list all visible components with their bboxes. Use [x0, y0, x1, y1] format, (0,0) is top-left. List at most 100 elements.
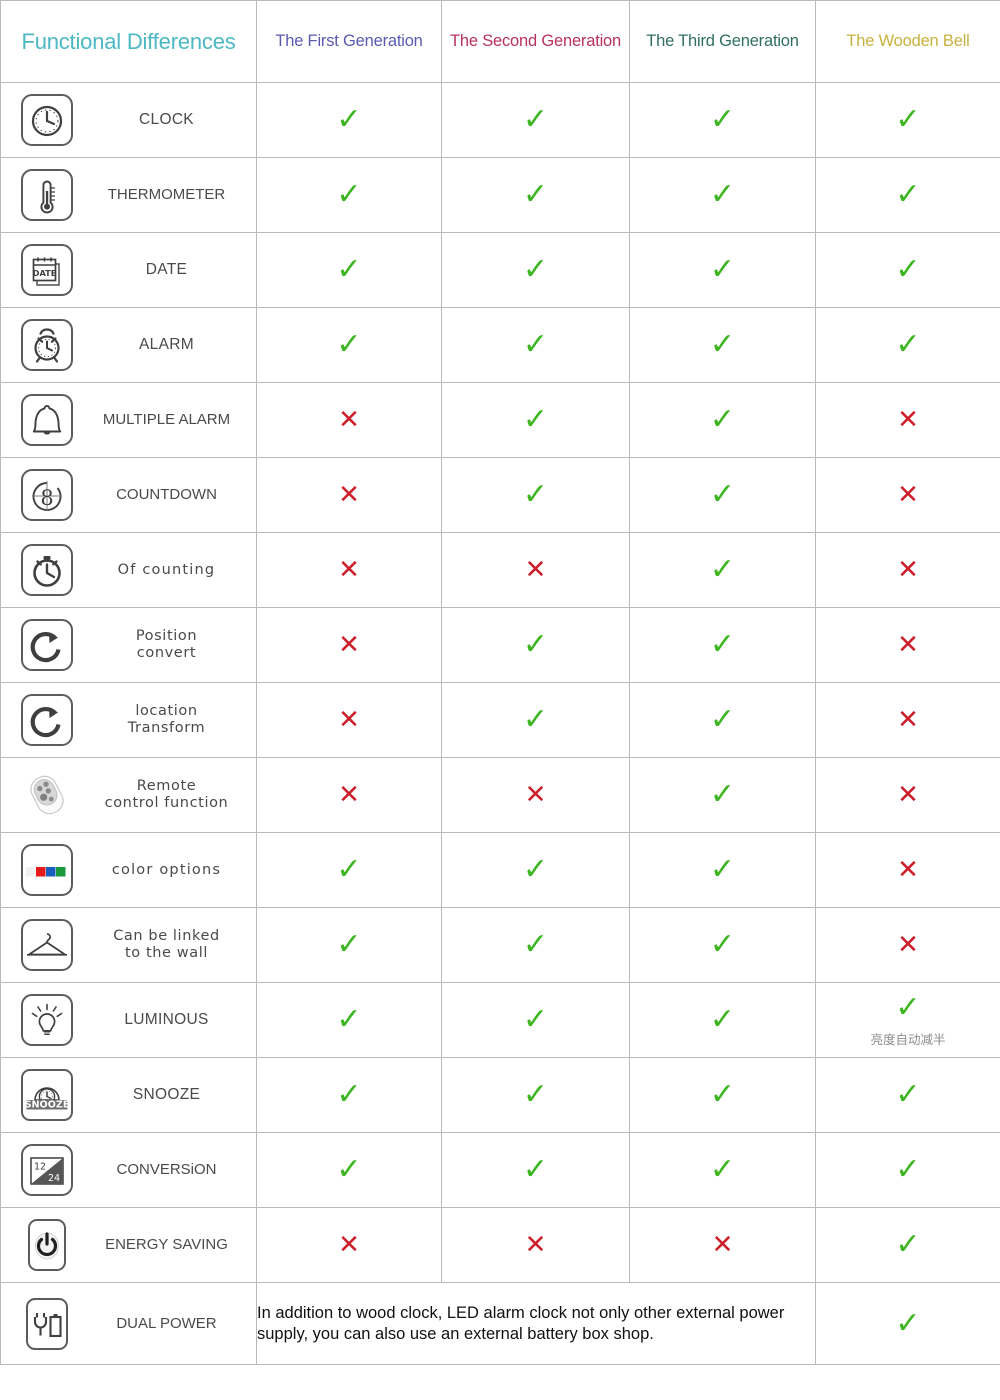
snooze-icon: SNOOZE: [19, 1067, 75, 1123]
cell-wooden-bell: ✓: [815, 1057, 1000, 1133]
check-icon: ✓: [522, 1002, 549, 1037]
cross-icon: ✕: [711, 1230, 734, 1260]
cell-first-generation: ✓: [256, 1057, 442, 1133]
check-icon: ✓: [895, 1152, 921, 1187]
feature-cell-luminous: LUMINOUS: [0, 982, 257, 1058]
table-row: 12 24 CONVERSiON ✓ ✓ ✓ ✓: [0, 1132, 1000, 1208]
feature-label: location Transform: [81, 703, 256, 736]
check-icon: ✓: [336, 327, 362, 362]
cross-icon: ✕: [897, 405, 919, 435]
cell-second-generation: ✓: [441, 157, 630, 233]
cross-icon: ✕: [524, 780, 547, 810]
cell-third-generation: ✓: [629, 382, 816, 458]
cell-second-generation: ✓: [441, 382, 630, 458]
cross-icon: ✕: [338, 555, 360, 585]
table-row: MULTIPLE ALARM ✕ ✓ ✓ ✕: [0, 382, 1000, 458]
feature-cell-countdown: 8 COUNTDOWN: [0, 457, 257, 533]
cross-icon: ✕: [338, 705, 360, 735]
check-icon: ✓: [522, 1152, 549, 1187]
cell-wooden-bell: ✓: [815, 82, 1000, 158]
cross-icon: ✕: [524, 1230, 547, 1260]
feature-cell-clock: CLOCK: [0, 82, 257, 158]
check-icon: ✓: [709, 927, 736, 962]
cell-second-generation: ✓: [441, 982, 630, 1058]
feature-cell-of-counting: Of counting: [0, 532, 257, 608]
cell-wooden-bell: ✓: [815, 307, 1000, 383]
cell-third-generation: ✓: [629, 907, 816, 983]
cell-second-generation: ✓: [441, 232, 630, 308]
cell-wooden-bell: ✕: [815, 532, 1000, 608]
plug-battery-icon: [19, 1296, 75, 1352]
cell-wooden-bell: ✓: [815, 1132, 1000, 1208]
svg-text:8: 8: [40, 486, 53, 510]
cross-icon: ✕: [897, 630, 919, 660]
cell-wooden-bell: ✓: [815, 1282, 1000, 1365]
cell-first-generation: ✓: [256, 832, 442, 908]
cross-icon: ✕: [338, 405, 360, 435]
feature-cell-date: DATE DATE: [0, 232, 257, 308]
check-icon: ✓: [336, 1077, 362, 1112]
cell-first-generation: ✕: [256, 682, 442, 758]
hour-format-icon: 12 24: [19, 1142, 75, 1198]
svg-text:DATE: DATE: [33, 268, 57, 278]
cell-wooden-bell: ✕: [815, 682, 1000, 758]
feature-cell-multiple-alarm: MULTIPLE ALARM: [0, 382, 257, 458]
alarm-clock-icon: [19, 317, 75, 373]
column-header-wooden-bell: The Wooden Bell: [815, 0, 1000, 83]
check-icon: ✓: [336, 927, 362, 962]
feature-cell-energy-saving: ENERGY SAVING: [0, 1207, 257, 1283]
countdown-icon: 8: [19, 467, 75, 523]
feature-cell-dual-power: DUAL POWER: [0, 1282, 257, 1365]
table-body: CLOCK ✓ ✓ ✓ ✓ THERMOMETER ✓ ✓ ✓ ✓ DATE D…: [0, 82, 1000, 1365]
cell-second-generation: ✓: [441, 1057, 630, 1133]
cell-third-generation: ✓: [629, 232, 816, 308]
cell-first-generation: ✕: [256, 757, 442, 833]
check-icon: ✓: [709, 1002, 736, 1037]
cross-icon: ✕: [897, 705, 919, 735]
table-row: LUMINOUS ✓ ✓ ✓ ✓ 亮度自动减半: [0, 982, 1000, 1058]
table-row: SNOOZE SNOOZE ✓ ✓ ✓ ✓: [0, 1057, 1000, 1133]
cell-wooden-bell: ✕: [815, 457, 1000, 533]
feature-cell-alarm: ALARM: [0, 307, 257, 383]
column-header-third-generation: The Third Generation: [629, 0, 816, 83]
light-bulb-icon: [19, 992, 75, 1048]
table-row: CLOCK ✓ ✓ ✓ ✓: [0, 82, 1000, 158]
cross-icon: ✕: [338, 1230, 360, 1260]
feature-cell-hour-conversion: 12 24 CONVERSiON: [0, 1132, 257, 1208]
check-icon: ✓: [709, 477, 736, 512]
cell-second-generation: ✓: [441, 82, 630, 158]
cell-third-generation: ✓: [629, 832, 816, 908]
feature-label: COUNTDOWN: [116, 486, 217, 504]
check-icon: ✓: [709, 102, 736, 137]
cell-second-generation: ✓: [441, 1132, 630, 1208]
feature-label: THERMOMETER: [107, 186, 226, 204]
feature-label-line-1: Position: [135, 628, 198, 645]
rotate-icon: [19, 692, 75, 748]
table-row: location Transform ✕ ✓ ✓ ✕: [0, 682, 1000, 758]
feature-label: Remote control function: [81, 778, 256, 811]
cross-icon: ✕: [897, 480, 919, 510]
feature-label-line-1: Remote: [136, 778, 197, 795]
feature-label-line-2: to the wall: [125, 945, 208, 961]
table-row: DATE DATE ✓ ✓ ✓ ✓: [0, 232, 1000, 308]
feature-cell-position-convert: Position convert: [0, 607, 257, 683]
table-title-cell: Functional Differences: [0, 0, 257, 83]
check-icon: ✓: [336, 102, 362, 137]
cell-third-generation: ✓: [629, 757, 816, 833]
cell-first-generation: ✓: [256, 157, 442, 233]
cell-third-generation: ✓: [629, 532, 816, 608]
check-icon: ✓: [709, 177, 736, 212]
cross-icon: ✕: [338, 480, 360, 510]
cell-first-generation: ✓: [256, 232, 442, 308]
cell-wooden-bell: ✓: [815, 1207, 1000, 1283]
check-icon: ✓: [336, 177, 362, 212]
cell-second-generation: ✓: [441, 457, 630, 533]
check-icon: ✓: [522, 1077, 549, 1112]
feature-cell-color-options: color options: [0, 832, 257, 908]
check-icon: ✓: [522, 402, 549, 437]
cell-third-generation: ✓: [629, 1057, 816, 1133]
check-icon: ✓: [895, 1077, 921, 1112]
feature-label: color options: [111, 861, 222, 878]
cross-icon: ✕: [524, 555, 547, 585]
table-row: color options ✓ ✓ ✓ ✕: [0, 832, 1000, 908]
